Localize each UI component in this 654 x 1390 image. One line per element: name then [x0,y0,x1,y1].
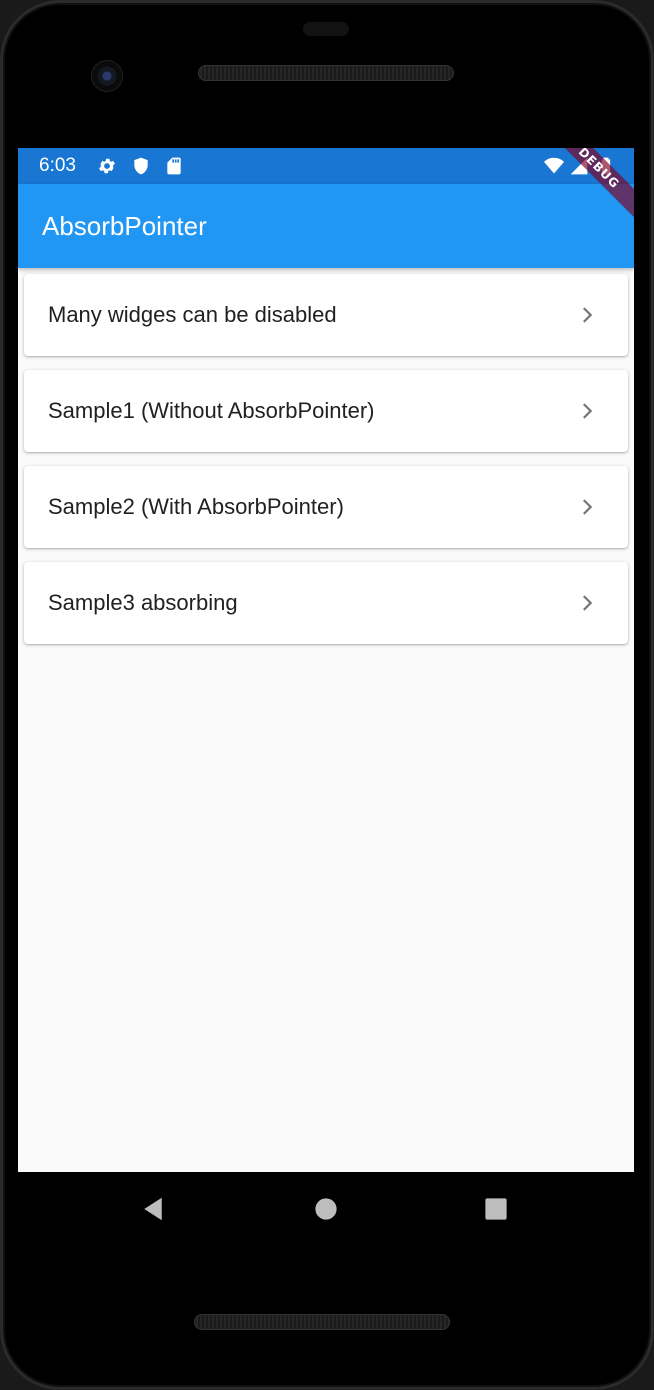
app-title: AbsorbPointer [42,211,207,241]
sd-card-icon [167,157,181,175]
bottom-speaker [194,1314,450,1330]
recents-icon[interactable] [481,1194,511,1224]
chevron-right-icon [583,499,593,515]
app-bar: AbsorbPointer [18,184,634,268]
chevron-right-icon [583,595,593,611]
list-item-sample2[interactable]: Sample2 (With AbsorbPointer) [24,466,628,548]
app-screen: 6:03 DEBUG AbsorbPointer Many widges can… [18,148,634,1172]
back-icon[interactable] [138,1194,168,1224]
front-camera [92,61,122,91]
top-notch [303,22,349,36]
list-item-label: Sample3 absorbing [48,590,238,615]
list-item-sample3[interactable]: Sample3 absorbing [24,562,628,644]
list-item-label: Sample2 (With AbsorbPointer) [48,494,344,519]
earpiece-speaker [198,65,454,81]
shield-icon [134,157,148,175]
home-icon[interactable] [311,1194,341,1224]
wifi-icon [544,157,564,174]
status-bar: 6:03 [18,148,634,184]
system-nav-bar [18,1172,634,1244]
chevron-right-icon [583,307,593,323]
list-item-label: Many widges can be disabled [48,302,337,327]
chevron-right-icon [583,403,593,419]
list-item-label: Sample1 (Without AbsorbPointer) [48,398,375,423]
status-time: 6:03 [39,155,76,176]
list-item-many-widgets[interactable]: Many widges can be disabled [24,274,628,356]
gear-icon [99,158,115,174]
list-item-sample1[interactable]: Sample1 (Without AbsorbPointer) [24,370,628,452]
sample-list: Many widges can be disabled Sample1 (Wit… [24,274,628,658]
phone-device: 6:03 DEBUG AbsorbPointer Many widges can… [0,0,654,1390]
